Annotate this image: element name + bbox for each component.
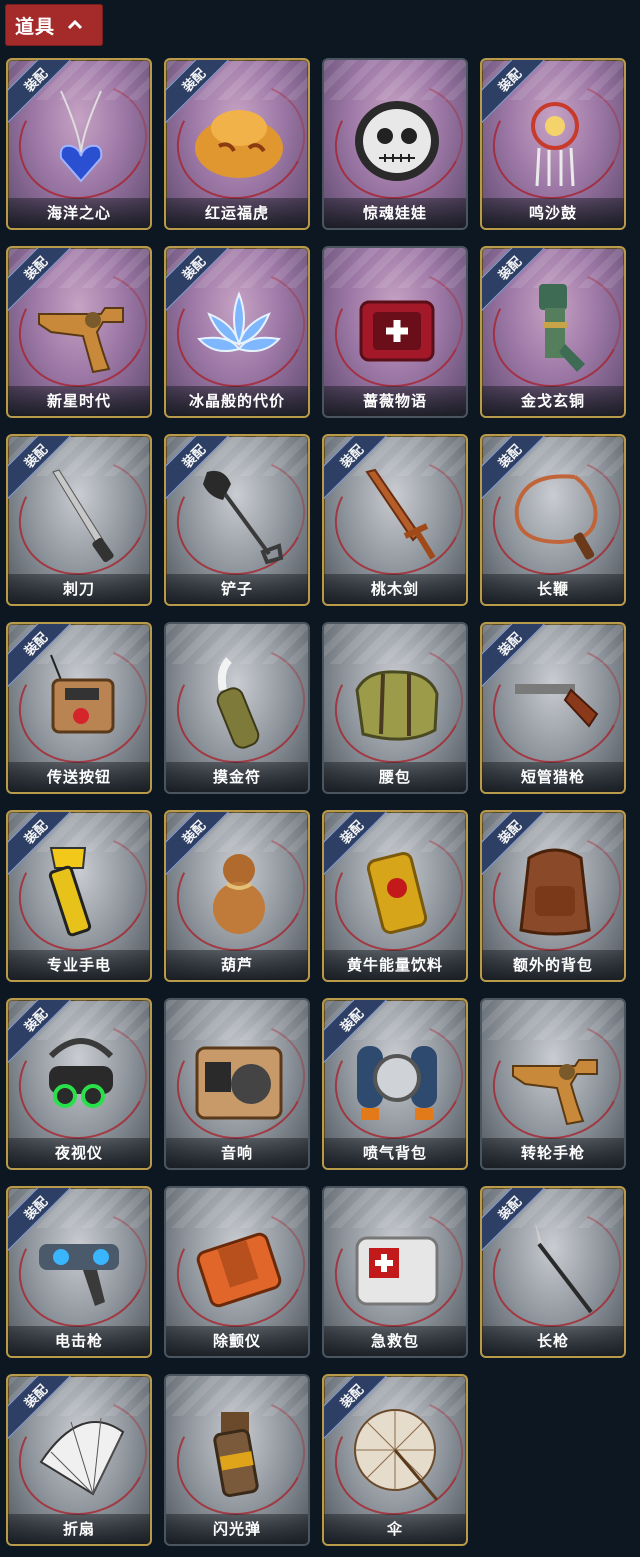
defibrillator-icon (196, 1232, 282, 1308)
item-card[interactable]: 装配 鸣沙鼓 (480, 58, 626, 230)
item-card[interactable]: 装配 刺刀 (6, 434, 152, 606)
waist-bag-icon (355, 670, 439, 741)
bronze-device-icon (539, 284, 585, 372)
item-card[interactable]: 音响 (164, 998, 310, 1170)
ice-lotus-icon (197, 291, 281, 352)
chevron-up-icon (67, 20, 83, 30)
item-card[interactable]: 装配 喷气背包 (322, 998, 468, 1170)
item-name: 冰晶般的代价 (166, 386, 308, 416)
energy-can-icon (366, 851, 428, 935)
item-name: 转轮手枪 (482, 1138, 624, 1168)
item-card[interactable]: 装配 长鞭 (480, 434, 626, 606)
folding-fan-icon (39, 1417, 125, 1496)
item-name: 摸金符 (166, 762, 308, 792)
item-name: 铲子 (166, 574, 308, 604)
bayonet-icon (52, 469, 114, 563)
item-name: 红运福虎 (166, 198, 308, 228)
item-name: 专业手电 (8, 950, 150, 980)
item-card[interactable]: 装配 桃木剑 (322, 434, 468, 606)
item-name: 伞 (324, 1514, 466, 1544)
revolver-icon (38, 307, 124, 374)
item-name: 桃木剑 (324, 574, 466, 604)
item-name: 黄牛能量饮料 (324, 950, 466, 980)
item-card[interactable]: 装配 专业手电 (6, 810, 152, 982)
spear-icon (535, 1222, 593, 1314)
item-name: 除颤仪 (166, 1326, 308, 1356)
item-name: 急救包 (324, 1326, 466, 1356)
item-name: 额外的背包 (482, 950, 624, 980)
category-title: 道具 (15, 15, 56, 38)
item-name: 长鞭 (482, 574, 624, 604)
item-card[interactable]: 腰包 (322, 622, 468, 794)
radio-icon (195, 1046, 283, 1120)
item-name: 蔷薇物语 (324, 386, 466, 416)
gourd-icon (213, 854, 265, 934)
category-toggle[interactable]: 道具 (5, 4, 103, 46)
flashlight-icon (48, 847, 92, 937)
item-card[interactable]: 装配伞 (322, 1374, 468, 1546)
talisman-icon (216, 657, 260, 749)
item-card[interactable]: 惊魂娃娃 (322, 58, 468, 230)
item-name: 长枪 (482, 1326, 624, 1356)
item-card[interactable]: 装配 黄牛能量饮料 (322, 810, 468, 982)
item-card[interactable]: 闪光弹 (164, 1374, 310, 1546)
item-name: 折扇 (8, 1514, 150, 1544)
item-card[interactable]: 装配 红运福虎 (164, 58, 310, 230)
item-card[interactable]: 装配 夜视仪 (6, 998, 152, 1170)
flashbang-icon (213, 1412, 259, 1498)
item-card[interactable]: 装配 铲子 (164, 434, 310, 606)
item-card[interactable]: 除颤仪 (164, 1186, 310, 1358)
item-card[interactable]: 装配 传送按钮 (6, 622, 152, 794)
item-card[interactable]: 装配 冰晶般的代价 (164, 246, 310, 418)
revolver-icon (512, 1059, 598, 1126)
item-name: 鸣沙鼓 (482, 198, 624, 228)
night-vision-icon (48, 1038, 114, 1108)
heart-necklace-icon (59, 90, 103, 183)
shotgun-icon (515, 684, 599, 728)
first-aid-kit-icon (355, 1236, 439, 1306)
item-card[interactable]: 装配 折扇 (6, 1374, 152, 1546)
item-card[interactable]: 装配 长枪 (480, 1186, 626, 1358)
item-name: 海洋之心 (8, 198, 150, 228)
item-card[interactable]: 急救包 (322, 1186, 468, 1358)
item-name: 闪光弹 (166, 1514, 308, 1544)
item-card[interactable]: 装配 新星时代 (6, 246, 152, 418)
item-name: 夜视仪 (8, 1138, 150, 1168)
whip-icon (514, 474, 598, 560)
teleport-remote-icon (50, 654, 115, 734)
medkit-box-icon (359, 300, 435, 362)
item-card[interactable]: 蔷薇物语 (322, 246, 468, 418)
wooden-sword-icon (365, 468, 436, 560)
item-name: 音响 (166, 1138, 308, 1168)
item-card[interactable]: 摸金符 (164, 622, 310, 794)
shovel-icon (203, 470, 284, 565)
item-card[interactable]: 装配 金戈玄铜 (480, 246, 626, 418)
item-name: 传送按钮 (8, 762, 150, 792)
item-name: 金戈玄铜 (482, 386, 624, 416)
item-name: 电击枪 (8, 1326, 150, 1356)
shock-gun-icon (39, 1244, 119, 1306)
item-name: 短管猎枪 (482, 762, 624, 792)
item-name: 新星时代 (8, 386, 150, 416)
item-name: 刺刀 (8, 574, 150, 604)
item-name: 葫芦 (166, 950, 308, 980)
item-card[interactable]: 装配 额外的背包 (480, 810, 626, 982)
item-card[interactable]: 装配 葫芦 (164, 810, 310, 982)
item-card[interactable]: 装配 海洋之心 (6, 58, 152, 230)
umbrella-icon (354, 1409, 439, 1501)
item-card[interactable]: 装配 电击枪 (6, 1186, 152, 1358)
skull-doll-icon (355, 101, 439, 181)
backpack-icon (519, 848, 591, 936)
item-name: 惊魂娃娃 (324, 198, 466, 228)
item-name: 喷气背包 (324, 1138, 466, 1168)
dreamcatcher-drum-icon (531, 102, 579, 187)
item-name: 腰包 (324, 762, 466, 792)
item-card[interactable]: 转轮手枪 (480, 998, 626, 1170)
jetpack-icon (357, 1046, 437, 1120)
item-card[interactable]: 装配 短管猎枪 (480, 622, 626, 794)
lucky-tiger-icon (195, 110, 283, 178)
